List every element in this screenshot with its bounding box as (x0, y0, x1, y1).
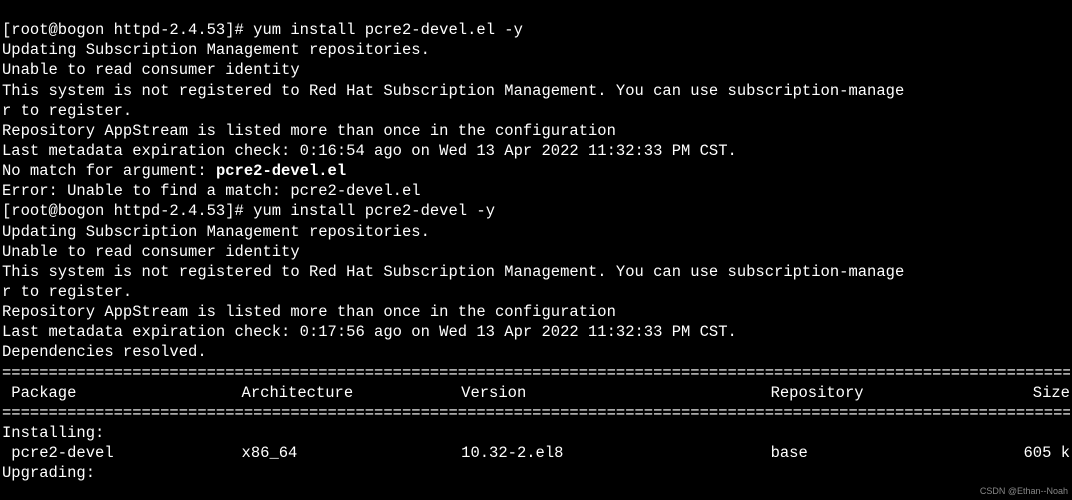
watermark-text: CSDN @Ethan--Noah (980, 486, 1068, 498)
col-version: Version (461, 383, 770, 403)
table-row: pcre2-develx86_6410.32-2.el8base605 k (2, 443, 1070, 463)
shell-prompt: [root@bogon httpd-2.4.53]# (2, 202, 253, 220)
output-line: Last metadata expiration check: 0:16:54 … (2, 142, 737, 160)
shell-prompt: [root@bogon httpd-2.4.53]# (2, 21, 253, 39)
cell-repository: base (771, 443, 981, 463)
cell-version: 10.32-2.el8 (461, 443, 770, 463)
table-rule: ========================================… (2, 403, 1070, 423)
output-line: This system is not registered to Red Hat… (2, 263, 904, 281)
cell-size: 605 k (980, 443, 1070, 463)
col-package: Package (2, 383, 242, 403)
section-upgrading: Upgrading: (2, 464, 95, 482)
col-repository: Repository (771, 383, 981, 403)
table-rule: ========================================… (2, 363, 1070, 383)
no-match-arg: pcre2-devel.el (216, 162, 346, 180)
cell-architecture: x86_64 (242, 443, 462, 463)
error-line: Error: Unable to find a match: pcre2-dev… (2, 182, 421, 200)
table-header-row: PackageArchitectureVersionRepositorySize (2, 383, 1070, 403)
output-line: Updating Subscription Management reposit… (2, 223, 430, 241)
output-line: No match for argument: (2, 162, 216, 180)
terminal-output: [root@bogon httpd-2.4.53]# yum install p… (0, 0, 1072, 483)
output-line: This system is not registered to Red Hat… (2, 82, 904, 100)
command-text: yum install pcre2-devel -y (253, 202, 495, 220)
section-installing: Installing: (2, 424, 104, 442)
output-line: r to register. (2, 102, 132, 120)
output-line: Updating Subscription Management reposit… (2, 41, 430, 59)
output-line: Unable to read consumer identity (2, 243, 300, 261)
output-line: r to register. (2, 283, 132, 301)
command-text: yum install pcre2-devel.el -y (253, 21, 523, 39)
output-line: Repository AppStream is listed more than… (2, 122, 616, 140)
output-line: Last metadata expiration check: 0:17:56 … (2, 323, 737, 341)
col-size: Size (980, 383, 1070, 403)
output-line: Dependencies resolved. (2, 343, 207, 361)
cell-package: pcre2-devel (2, 443, 242, 463)
output-line: Unable to read consumer identity (2, 61, 300, 79)
col-architecture: Architecture (242, 383, 462, 403)
output-line: Repository AppStream is listed more than… (2, 303, 616, 321)
